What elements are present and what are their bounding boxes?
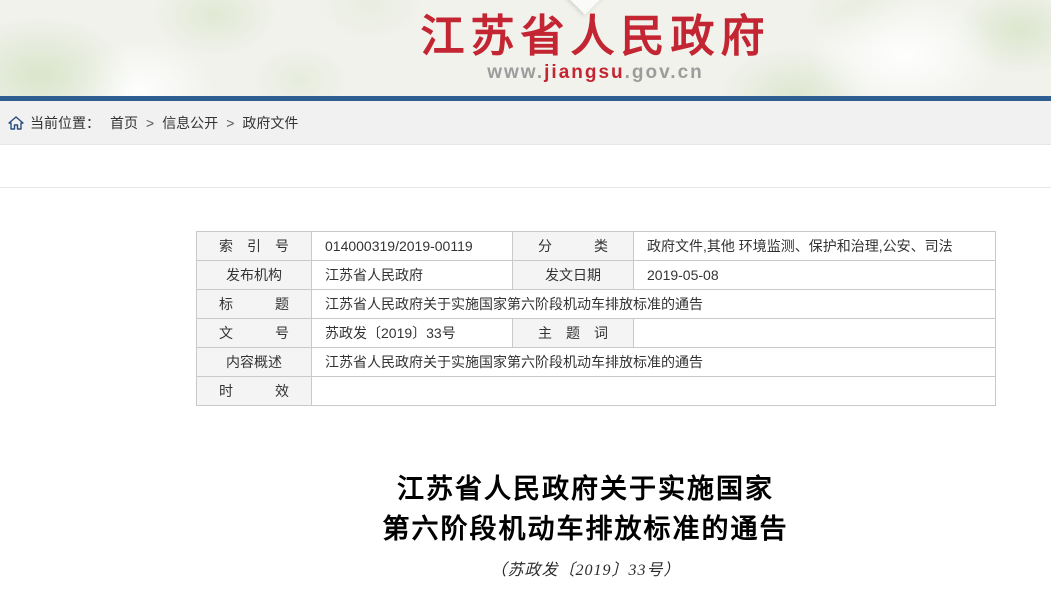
category-label: 分 类: [513, 232, 634, 261]
site-banner: 江苏省人民政府 www.jiangsu.gov.cn: [0, 0, 1051, 96]
title-label: 标 题: [197, 290, 312, 319]
breadcrumb-item-home[interactable]: 首页: [110, 113, 138, 133]
table-row: 内容概述 江苏省人民政府关于实施国家第六阶段机动车排放标准的通告: [197, 348, 996, 377]
site-url: www.jiangsu.gov.cn: [140, 62, 1051, 84]
breadcrumb: 当前位置： 首页 > 信息公开 > 政府文件: [0, 101, 1051, 145]
publish-date-value: 2019-05-08: [634, 261, 996, 290]
document-title-line2: 第六阶段机动车排放标准的通告: [186, 509, 985, 549]
doc-number-label: 文 号: [197, 319, 312, 348]
banner-text: 江苏省人民政府 www.jiangsu.gov.cn: [0, 13, 1051, 84]
section-divider: [0, 187, 1051, 188]
summary-value: 江苏省人民政府关于实施国家第六阶段机动车排放标准的通告: [312, 348, 996, 377]
table-row: 标 题 江苏省人民政府关于实施国家第六阶段机动车排放标准的通告: [197, 290, 996, 319]
doc-number-value: 苏政发〔2019〕33号: [312, 319, 513, 348]
document-number: （苏政发〔2019〕33号）: [186, 556, 985, 580]
site-url-highlight: jiangsu: [544, 62, 625, 83]
site-title: 江苏省人民政府: [140, 13, 1051, 61]
subject-words-value: [634, 319, 996, 348]
publisher-label: 发布机构: [197, 261, 312, 290]
breadcrumb-label: 当前位置：: [30, 113, 100, 133]
index-number-value: 014000319/2019-00119: [312, 232, 513, 261]
validity-value: [312, 377, 996, 406]
site-url-prefix: www.: [487, 62, 544, 83]
table-row: 时 效: [197, 377, 996, 406]
publisher-value: 江苏省人民政府: [312, 261, 513, 290]
index-number-label: 索 引 号: [197, 232, 312, 261]
document-title-line1: 江苏省人民政府关于实施国家: [186, 469, 985, 509]
document-title-block: 江苏省人民政府关于实施国家 第六阶段机动车排放标准的通告 （苏政发〔2019〕3…: [186, 469, 985, 580]
summary-label: 内容概述: [197, 348, 312, 377]
breadcrumb-item-gov-documents[interactable]: 政府文件: [242, 113, 298, 133]
validity-label: 时 效: [197, 377, 312, 406]
site-url-suffix: .gov.cn: [625, 62, 704, 83]
table-row: 文 号 苏政发〔2019〕33号 主 题 词: [197, 319, 996, 348]
category-value: 政府文件,其他 环境监测、保护和治理,公安、司法: [634, 232, 996, 261]
publish-date-label: 发文日期: [513, 261, 634, 290]
doc-meta-table: 索 引 号 014000319/2019-00119 分 类 政府文件,其他 环…: [196, 231, 996, 406]
table-row: 发布机构 江苏省人民政府 发文日期 2019-05-08: [197, 261, 996, 290]
breadcrumb-separator: >: [146, 115, 154, 131]
home-icon: [8, 115, 24, 131]
table-row: 索 引 号 014000319/2019-00119 分 类 政府文件,其他 环…: [197, 232, 996, 261]
subject-words-label: 主 题 词: [513, 319, 634, 348]
breadcrumb-item-info-disclosure[interactable]: 信息公开: [162, 113, 218, 133]
title-value: 江苏省人民政府关于实施国家第六阶段机动车排放标准的通告: [312, 290, 996, 319]
breadcrumb-separator: >: [226, 115, 234, 131]
